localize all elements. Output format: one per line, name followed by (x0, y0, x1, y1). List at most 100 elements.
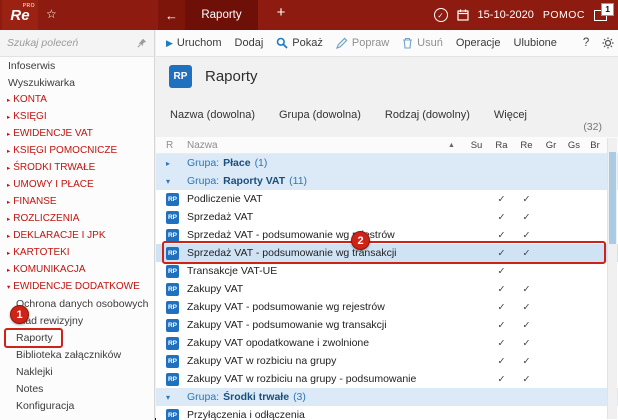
report-row[interactable]: RP Transakcje VAT-UE ✓ (156, 262, 618, 280)
operations-menu[interactable]: Operacje (456, 37, 501, 49)
date-display[interactable]: 15-10-2020 (478, 9, 534, 21)
check-ra: ✓ (497, 319, 506, 331)
column-header-br[interactable]: Br (585, 140, 605, 151)
sidebar-item-wyszukiwarka[interactable]: Wyszukiwarka (0, 74, 154, 91)
report-row[interactable]: RP Zakupy VAT w rozbiciu na grupy - pods… (156, 370, 618, 388)
run-button[interactable]: ▶ Uruchom (166, 37, 222, 49)
report-row[interactable]: RP Sprzedaż VAT ✓ ✓ (156, 208, 618, 226)
add-button[interactable]: Dodaj (235, 37, 264, 49)
sort-asc-icon[interactable]: ▲ (448, 142, 464, 149)
settings-button[interactable] (602, 37, 614, 49)
status-check-icon[interactable]: ✓ (433, 8, 448, 22)
column-header-su[interactable]: Su (464, 140, 489, 151)
chevron-right-icon: ▸ (7, 232, 11, 240)
group-name: Płace (223, 157, 251, 169)
column-header-r[interactable]: R (156, 140, 187, 151)
sidebar-item-kartoteki[interactable]: ▸ KARTOTEKI (0, 244, 154, 261)
sidebar-item-label: Ślad rewizyjny (16, 314, 84, 327)
sidebar-item-srodki-trwale[interactable]: ▸ ŚRODKI TRWAŁE (0, 159, 154, 176)
favorites-menu[interactable]: Ulubione (514, 37, 557, 49)
report-row[interactable]: RP Zakupy VAT - podsumowanie wg transakc… (156, 316, 618, 334)
column-header-gs[interactable]: Gs (563, 140, 585, 151)
scrollbar-thumb[interactable] (609, 152, 616, 244)
show-button[interactable]: Pokaż (276, 37, 323, 49)
edit-button[interactable]: Popraw (335, 37, 390, 49)
check-re: ✓ (522, 301, 531, 313)
sidebar-item-label: Wyszukiwarka (8, 76, 75, 89)
chevron-down-icon[interactable]: ▾ (166, 177, 170, 186)
check-ra: ✓ (497, 301, 506, 313)
report-row-selected[interactable]: RP Sprzedaż VAT - podsumowanie wg transa… (156, 244, 618, 262)
vertical-scrollbar[interactable] (607, 138, 617, 419)
back-button[interactable]: ← (158, 0, 185, 30)
sidebar-item-umowy-i-place[interactable]: ▸ UMOWY I PŁACE (0, 176, 154, 193)
report-rp-icon: RP (166, 354, 179, 368)
group-row-srodki-trwale[interactable]: ▾ Grupa: Środki trwałe (3) (156, 388, 618, 406)
report-row[interactable]: RP Przyłączenia i odłączenia (156, 406, 618, 420)
chevron-right-icon: ▸ (7, 266, 11, 274)
star-icon[interactable]: ☆ (46, 7, 57, 21)
chevron-right-icon[interactable]: ▸ (166, 159, 170, 168)
report-name-cell: Zakupy VAT - podsumowanie wg rejestrów (187, 301, 448, 313)
report-row[interactable]: RP Zakupy VAT - podsumowanie wg rejestró… (156, 298, 618, 316)
filter-type[interactable]: Rodzaj (dowolny) (385, 109, 470, 121)
group-name-cell: Grupa: Płace (1) (187, 157, 618, 169)
help-button[interactable]: ? (583, 37, 589, 49)
report-rp-icon: RP (166, 264, 179, 278)
search-input[interactable] (7, 37, 133, 49)
report-row[interactable]: RP Zakupy VAT ✓ ✓ (156, 280, 618, 298)
report-name: Zakupy VAT w rozbiciu na grupy (187, 355, 337, 367)
report-icon-cell: RP (156, 210, 187, 224)
chevron-right-icon: ▸ (7, 198, 11, 206)
column-header-gr[interactable]: Gr (539, 140, 563, 151)
sidebar-item-ksiegi[interactable]: ▸ KSIĘGI (0, 108, 154, 125)
report-row[interactable]: RP Zakupy VAT w rozbiciu na grupy ✓ ✓ (156, 352, 618, 370)
report-row[interactable]: RP Sprzedaż VAT - podsumowanie wg rejest… (156, 226, 618, 244)
sidebar-item-konfiguracja[interactable]: Konfiguracja (0, 397, 154, 414)
group-row-raporty-vat[interactable]: ▾ Grupa: Raporty VAT (11) (156, 172, 618, 190)
app-logo[interactable]: Re PRO (2, 0, 38, 30)
sidebar-item-ewidencje-dodatkowe[interactable]: ▾ EWIDENCJE DODATKOWE (0, 278, 154, 295)
report-rp-icon: RP (166, 282, 179, 296)
sidebar-item-slad-rewizyjny[interactable]: Ślad rewizyjny (0, 312, 154, 329)
help-menu[interactable]: POMOC (543, 9, 585, 21)
column-header-ra[interactable]: Ra (489, 140, 514, 151)
sidebar-item-label: FINANSE (13, 196, 57, 207)
report-rp-icon: RP (166, 210, 179, 224)
check-re: ✓ (522, 247, 531, 259)
tab-raporty[interactable]: Raporty (185, 0, 258, 30)
sidebar-item-ochrona-danych[interactable]: Ochrona danych osobowych (0, 295, 154, 312)
sidebar-item-infoserwis[interactable]: Infoserwis (0, 57, 154, 74)
sidebar-item-label: KSIĘGI POMOCNICZE (13, 145, 118, 156)
sidebar-item-komunikacja[interactable]: ▸ KOMUNIKACJA (0, 261, 154, 278)
group-icon-cell: ▸ (156, 159, 187, 168)
delete-button[interactable]: Usuń (402, 37, 443, 49)
filter-more[interactable]: Więcej (494, 109, 527, 121)
sidebar-item-label: KOMUNIKACJA (13, 264, 86, 275)
sidebar-item-naklejki[interactable]: Naklejki (0, 363, 154, 380)
sidebar-item-notes[interactable]: Notes (0, 380, 154, 397)
chevron-right-icon: ▸ (7, 181, 11, 189)
sidebar-item-ksiegi-pomocnicze[interactable]: ▸ KSIĘGI POMOCNICZE (0, 142, 154, 159)
sidebar-item-konta[interactable]: ▸ KONTA (0, 91, 154, 108)
filter-name[interactable]: Nazwa (dowolna) (170, 109, 255, 121)
pin-icon[interactable] (137, 38, 147, 48)
sidebar-item-biblioteka-zalacznikow[interactable]: Biblioteka załączników (0, 346, 154, 363)
filter-group[interactable]: Grupa (dowolna) (279, 109, 361, 121)
column-header-nazwa[interactable]: Nazwa (187, 140, 448, 151)
column-header-re[interactable]: Re (514, 140, 539, 151)
chevron-down-icon[interactable]: ▾ (166, 393, 170, 402)
sidebar-item-deklaracje-i-jpk[interactable]: ▸ DEKLARACJE I JPK (0, 227, 154, 244)
edit-label: Popraw (351, 37, 390, 49)
sidebar-item-raporty[interactable]: Raporty (0, 329, 154, 346)
sidebar-item-label: KONTA (13, 94, 47, 105)
sidebar-item-rozliczenia[interactable]: ▸ ROZLICZENIA (0, 210, 154, 227)
sidebar-item-finanse[interactable]: ▸ FINANSE (0, 193, 154, 210)
report-row[interactable]: RP Podliczenie VAT ✓ ✓ (156, 190, 618, 208)
open-windows-icon[interactable]: 1 (594, 2, 614, 21)
report-row[interactable]: RP Zakupy VAT opodatkowane i zwolnione ✓… (156, 334, 618, 352)
group-row-place[interactable]: ▸ Grupa: Płace (1) (156, 154, 618, 172)
sidebar-item-ewidencje-vat[interactable]: ▸ EWIDENCJE VAT (0, 125, 154, 142)
report-name: Zakupy VAT - podsumowanie wg transakcji (187, 319, 387, 331)
new-tab-button[interactable]: + (270, 4, 292, 21)
